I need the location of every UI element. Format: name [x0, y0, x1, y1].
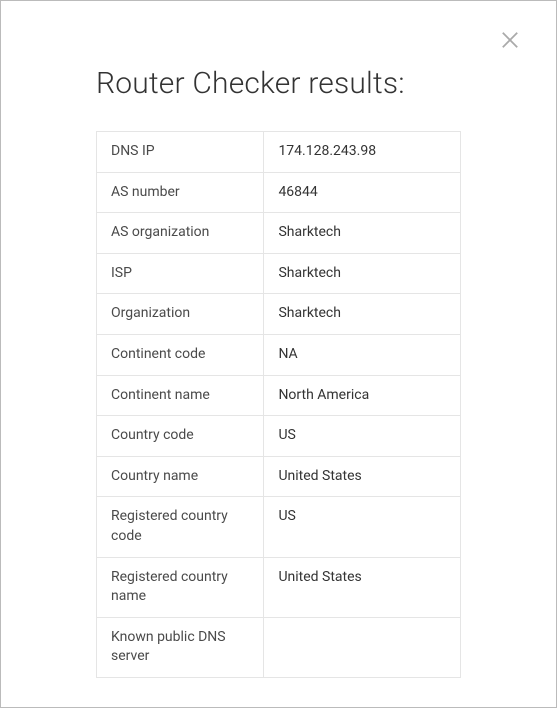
row-label: Registered country code [97, 497, 264, 557]
table-row: AS organization Sharktech [97, 213, 461, 254]
table-row: Registered country code US [97, 497, 461, 557]
table-row: Organization Sharktech [97, 294, 461, 335]
row-label: Country code [97, 416, 264, 457]
row-label: DNS IP [97, 132, 264, 173]
row-value: Sharktech [264, 253, 461, 294]
row-label: Organization [97, 294, 264, 335]
table-row: ISP Sharktech [97, 253, 461, 294]
row-value: United States [264, 557, 461, 617]
row-value: US [264, 416, 461, 457]
table-row: Country code US [97, 416, 461, 457]
row-label: Known public DNS server [97, 617, 264, 677]
table-row: Continent name North America [97, 375, 461, 416]
row-value: 174.128.243.98 [264, 132, 461, 173]
row-label: Continent name [97, 375, 264, 416]
router-checker-modal: Router Checker results: DNS IP 174.128.2… [0, 0, 557, 708]
row-value: 46844 [264, 172, 461, 213]
table-row: Known public DNS server [97, 617, 461, 677]
row-value: North America [264, 375, 461, 416]
table-row: DNS IP 174.128.243.98 [97, 132, 461, 173]
table-row: Continent code NA [97, 334, 461, 375]
row-value: NA [264, 334, 461, 375]
row-value: Sharktech [264, 294, 461, 335]
close-button[interactable] [501, 31, 521, 51]
row-value: United States [264, 456, 461, 497]
row-label: Continent code [97, 334, 264, 375]
row-label: Registered country name [97, 557, 264, 617]
results-table-wrap: DNS IP 174.128.243.98 AS number 46844 AS… [96, 131, 461, 678]
results-table: DNS IP 174.128.243.98 AS number 46844 AS… [96, 131, 461, 678]
table-row: AS number 46844 [97, 172, 461, 213]
row-value: US [264, 497, 461, 557]
modal-title: Router Checker results: [96, 66, 536, 101]
row-label: Country name [97, 456, 264, 497]
row-value [264, 617, 461, 677]
results-tbody: DNS IP 174.128.243.98 AS number 46844 AS… [97, 132, 461, 678]
close-icon [501, 34, 519, 53]
row-value: Sharktech [264, 213, 461, 254]
row-label: ISP [97, 253, 264, 294]
row-label: AS number [97, 172, 264, 213]
table-row: Country name United States [97, 456, 461, 497]
table-row: Registered country name United States [97, 557, 461, 617]
row-label: AS organization [97, 213, 264, 254]
